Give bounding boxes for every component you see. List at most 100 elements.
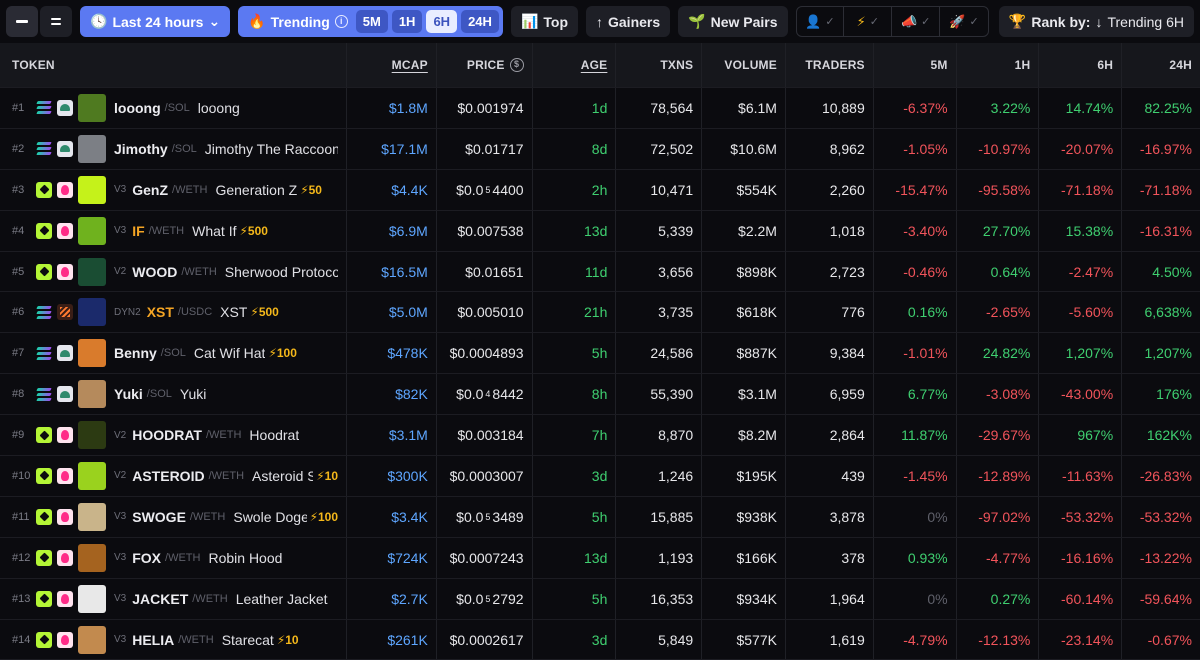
table-row[interactable]: #6 DYN2 XST/USDC XST ⚡500 $5.0M $0.005010 21h 3,…	[0, 292, 1200, 334]
col-age[interactable]: AGE	[533, 43, 617, 87]
quote-token: /WETH	[205, 429, 242, 442]
table-row[interactable]: #9 V2 HOODRAT/WETH Hoodrat $3.1M $0.003184 7h 8…	[0, 415, 1200, 457]
table-row[interactable]: #13 V3 JACKET/WETH Leather Jacket $2.7K $0.0 5…	[0, 578, 1200, 620]
launch-filter-button[interactable]: 🚀 ✓	[940, 7, 988, 36]
table-row[interactable]: #7 Benny/SOL Cat Wif Hat ⚡100 $478K $0.000489…	[0, 333, 1200, 375]
token-name: Jimothy The Raccoon	[204, 140, 339, 157]
uniswap-icon	[57, 549, 73, 566]
base-chain-icon	[36, 631, 52, 648]
table-row[interactable]: #5 V2 WOOD/WETH Sherwood Protocol $16.5M $0.0…	[0, 251, 1200, 293]
timeframe-1h[interactable]: 1H	[391, 10, 423, 33]
gainers-button[interactable]: ↑ Gainers	[586, 6, 671, 37]
timeframe-5m[interactable]: 5M	[355, 10, 388, 33]
token-cell[interactable]: #7 Benny/SOL Cat Wif Hat ⚡100	[0, 333, 348, 374]
boost-badge: ⚡100	[268, 346, 297, 361]
price-cell: $0.003184	[437, 415, 533, 456]
table-row[interactable]: #8 Yuki/SOL Yuki $82K $0.0 4 8442 8h 55,390 $3.1M…	[0, 374, 1200, 416]
token-cell[interactable]: #14 V3 HELIA/WETH Starecat ⚡10	[0, 619, 348, 660]
volume-cell: $618K	[702, 292, 786, 333]
mcap-cell: $1.8M	[347, 88, 437, 128]
col-traders[interactable]: TRADERS	[786, 43, 874, 87]
rank-number: #4	[12, 224, 25, 237]
col-txns[interactable]: TXNS	[616, 43, 703, 87]
info-icon[interactable]: i	[334, 15, 348, 28]
dex-version: V3	[114, 511, 127, 523]
table-row[interactable]: #10 V2 ASTEROID/WETH Asteroid Shiba⚡10 $300K…	[0, 456, 1200, 497]
token-cell[interactable]: #13 V3 JACKET/WETH Leather Jacket	[0, 578, 348, 619]
mcap-cell: $16.5M	[347, 251, 437, 292]
change-6h-cell: -60.14%	[1039, 578, 1123, 619]
token-name: What If	[192, 222, 237, 239]
age-cell: 5h	[533, 496, 617, 537]
token-cell[interactable]: #6 DYN2 XST/USDC XST ⚡500	[0, 292, 348, 333]
rank-number: #8	[12, 388, 25, 401]
change-1h-cell: -10.97%	[957, 128, 1040, 169]
timeframe-6h[interactable]: 6H	[426, 10, 458, 33]
change-5m-cell: -1.01%	[874, 333, 957, 374]
quote-token: /WETH	[178, 633, 214, 646]
traders-cell: 1,018	[786, 210, 874, 251]
boost-badge: ⚡100	[309, 509, 339, 524]
table-row[interactable]: #1 looong/SOL looong $1.8M $0.001974 1d 78,564…	[0, 88, 1200, 129]
change-24h-cell: -71.18%	[1139, 181, 1192, 198]
trending-button[interactable]: 🔥 Trending i	[248, 13, 348, 30]
compact-view-button[interactable]	[6, 6, 38, 37]
table-row[interactable]: #11 V3 SWOGE/WETH Swole Doge ⚡100 $3.4K $0.0 5 3…	[0, 496, 1200, 538]
col-24h[interactable]: 24H	[1122, 43, 1200, 87]
token-cell[interactable]: #1 looong/SOL looong	[0, 88, 348, 128]
expanded-view-button[interactable]	[40, 6, 72, 37]
table-row[interactable]: #12 V3 FOX/WETH Robin Hood $724K $0.0007243 13…	[0, 537, 1200, 579]
col-5m[interactable]: 5M	[874, 43, 957, 87]
quote-token: /SOL	[160, 347, 186, 360]
token-symbol: Jimothy	[114, 140, 168, 157]
top-button[interactable]: 📊 Top	[510, 6, 578, 37]
toolbar: 🕓 Last 24 hours ⌄ 🔥 Trending i 5M 1H 6H …	[0, 0, 1200, 43]
age-cell: 13d	[533, 210, 617, 251]
time-range-dropdown[interactable]: 🕓 Last 24 hours ⌄	[80, 6, 231, 37]
table-row[interactable]: #3 V3 GenZ/WETH Generation Z ⚡50 $4.4K $0.0 5 44…	[0, 169, 1200, 211]
arrow-down-icon: ↓	[1095, 13, 1103, 30]
boosted-filter-button[interactable]: ⚡ ✓	[844, 7, 893, 36]
col-6h[interactable]: 6H	[1039, 43, 1123, 87]
table-row[interactable]: #2 Jimothy/SOL Jimothy The Raccoon $17.1M $0…	[0, 128, 1200, 170]
token-cell[interactable]: #5 V2 WOOD/WETH Sherwood Protocol	[0, 251, 348, 292]
col-volume[interactable]: VOLUME	[702, 43, 786, 87]
token-cell[interactable]: #8 Yuki/SOL Yuki	[0, 374, 348, 415]
change-1h-cell: 24.82%	[957, 333, 1040, 374]
quote-token: /SOL	[164, 101, 190, 114]
token-cell[interactable]: #4 V3 IF/WETH What If ⚡500	[0, 210, 348, 251]
rank-by-dropdown[interactable]: 🏆 Rank by: ↓ Trending 6H	[998, 6, 1194, 37]
token-cell[interactable]: #2 Jimothy/SOL Jimothy The Raccoon	[0, 128, 348, 169]
new-pairs-button[interactable]: 🌱 New Pairs	[678, 6, 788, 37]
table-row[interactable]: #4 V3 IF/WETH What If ⚡500 $6.9M $0.007538 13d 5…	[0, 210, 1200, 252]
token-cell[interactable]: #11 V3 SWOGE/WETH Swole Doge ⚡100	[0, 496, 348, 537]
volume-cell: $887K	[702, 333, 786, 374]
token-symbol: looong	[114, 99, 161, 116]
timeframe-24h[interactable]: 24H	[461, 10, 499, 33]
token-name: looong	[197, 99, 240, 116]
token-avatar	[78, 93, 106, 122]
currency-toggle-icon[interactable]: $	[509, 58, 524, 72]
profile-filter-button[interactable]: 👤 ✓	[797, 7, 845, 36]
ads-filter-button[interactable]: 📣 ✓	[892, 7, 941, 36]
col-token: TOKEN	[0, 43, 348, 87]
txns-cell: 5,339	[616, 210, 703, 251]
change-5m-cell: -1.45%	[874, 456, 957, 496]
arrow-up-icon: ↑	[596, 13, 603, 30]
traders-cell: 2,723	[786, 251, 874, 292]
token-cell[interactable]: #10 V2 ASTEROID/WETH Asteroid Shiba⚡10	[0, 456, 348, 496]
boost-badge: ⚡500	[250, 305, 279, 320]
col-1h[interactable]: 1H	[957, 43, 1040, 87]
price-value: $0.003184	[457, 427, 524, 444]
token-cell[interactable]: #9 V2 HOODRAT/WETH Hoodrat	[0, 415, 348, 456]
token-cell[interactable]: #12 V3 FOX/WETH Robin Hood	[0, 537, 348, 578]
change-6h-cell: -20.07%	[1039, 128, 1123, 169]
col-mcap[interactable]: MCAP	[347, 43, 437, 87]
table-row[interactable]: #14 V3 HELIA/WETH Starecat ⚡10 $261K $0.000261…	[0, 619, 1200, 660]
token-cell[interactable]: #3 V3 GenZ/WETH Generation Z ⚡50	[0, 169, 348, 210]
col-price[interactable]: PRICE $	[437, 43, 533, 87]
quote-token: /WETH	[148, 224, 185, 237]
change-24h-cell: -13.22%	[1139, 549, 1192, 566]
uniswap-icon	[57, 427, 73, 444]
price-cell: $0.0 5 3489	[437, 496, 533, 537]
